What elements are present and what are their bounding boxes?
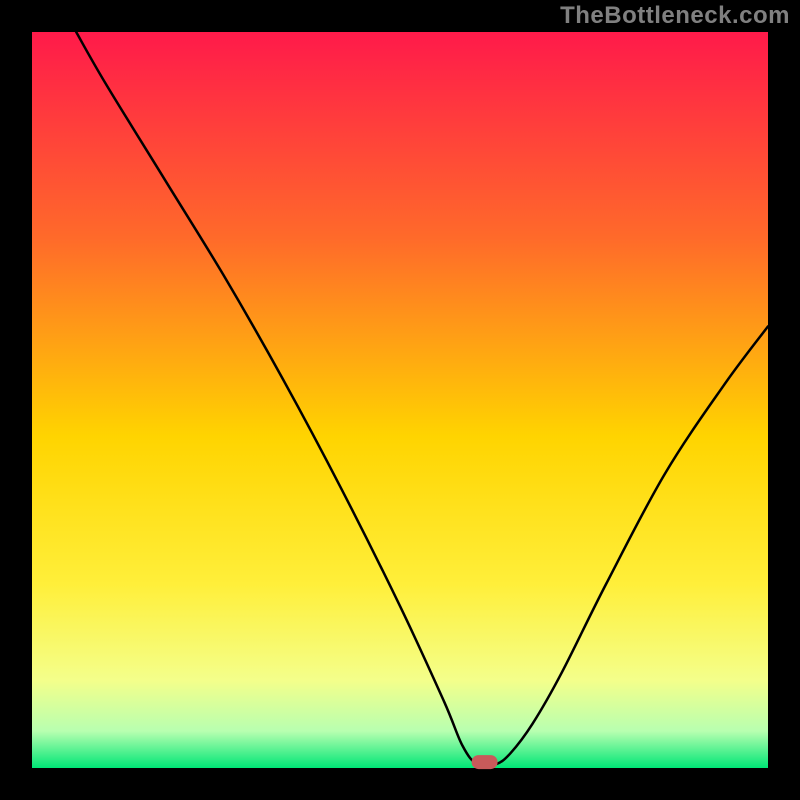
chart-container: TheBottleneck.com (0, 0, 800, 800)
watermark-text: TheBottleneck.com (560, 2, 790, 30)
bottleneck-chart (0, 0, 800, 800)
optimal-marker (472, 755, 498, 769)
